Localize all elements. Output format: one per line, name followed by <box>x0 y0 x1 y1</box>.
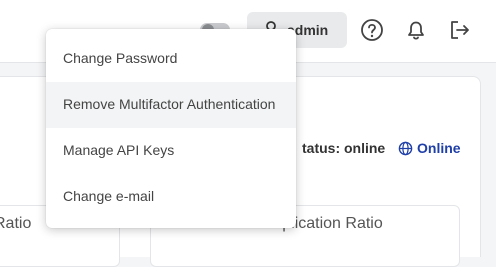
bell-icon[interactable] <box>403 17 429 43</box>
globe-icon <box>398 141 413 155</box>
menu-item-label: Change Password <box>63 50 178 66</box>
user-dropdown-menu: Change Password Remove Multifactor Authe… <box>46 29 296 228</box>
menu-item-manage-api-keys[interactable]: Manage API Keys <box>46 128 296 174</box>
online-link-label: Online <box>417 140 461 156</box>
menu-item-remove-mfa[interactable]: Remove Multifactor Authentication <box>46 82 296 128</box>
menu-item-label: Manage API Keys <box>63 142 175 158</box>
menu-item-change-email[interactable]: Change e-mail <box>46 174 296 220</box>
online-status-link[interactable]: Online <box>398 140 461 156</box>
menu-item-label: Change e-mail <box>63 188 155 204</box>
menu-item-change-password[interactable]: Change Password <box>46 36 296 82</box>
ratio-card-left-label: Ratio <box>0 215 32 232</box>
status-text: tatus: online <box>302 140 386 156</box>
menu-item-label: Remove Multifactor Authentication <box>63 96 276 112</box>
help-icon[interactable] <box>359 17 385 43</box>
logout-icon[interactable] <box>447 17 473 43</box>
